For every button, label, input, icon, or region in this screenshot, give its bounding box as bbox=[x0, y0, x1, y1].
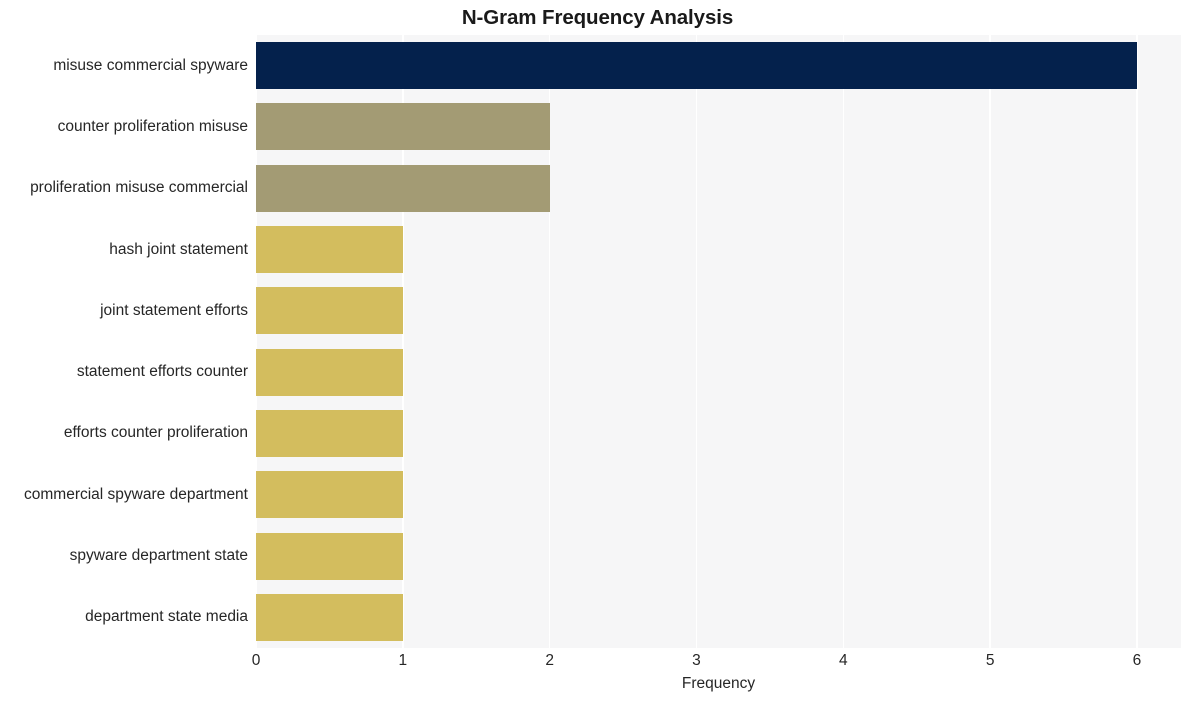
y-tick-label: misuse commercial spyware bbox=[53, 56, 248, 74]
x-tick-label: 4 bbox=[838, 652, 848, 669]
bar bbox=[256, 532, 403, 580]
x-tick-label: 1 bbox=[398, 652, 408, 669]
x-tick-label: 2 bbox=[545, 652, 554, 669]
bar bbox=[256, 471, 403, 519]
bar bbox=[256, 103, 550, 151]
chart-figure: N-Gram Frequency Analysis misuse commerc… bbox=[0, 0, 1195, 701]
y-tick-label: hash joint statement bbox=[109, 240, 248, 258]
x-axis-tick-labels: 0 1 2 3 4 5 6 bbox=[0, 652, 1195, 676]
y-tick-label: efforts counter proliferation bbox=[63, 424, 248, 442]
x-tick-label: 0 bbox=[251, 652, 261, 669]
x-tick-label: 5 bbox=[985, 652, 995, 669]
y-tick-label: commercial spyware department bbox=[24, 485, 248, 503]
y-tick-label: joint statement efforts bbox=[100, 301, 248, 319]
x-tick-label: 6 bbox=[1132, 652, 1142, 669]
bar bbox=[256, 409, 403, 457]
y-axis-tick-labels: misuse commercial spyware counter prolife… bbox=[0, 35, 248, 648]
y-tick-label: department state media bbox=[85, 608, 248, 626]
bar bbox=[256, 42, 1137, 90]
y-tick-label: statement efforts counter bbox=[76, 363, 248, 381]
plot-area bbox=[255, 35, 1181, 648]
bar bbox=[256, 287, 403, 335]
y-tick-label: spyware department state bbox=[69, 547, 248, 565]
chart-title: N-Gram Frequency Analysis bbox=[461, 6, 734, 29]
bar bbox=[256, 348, 403, 396]
bar bbox=[256, 593, 403, 641]
y-tick-label: proliferation misuse commercial bbox=[30, 179, 248, 197]
bar-series bbox=[256, 35, 1181, 648]
x-axis-title: Frequency bbox=[681, 675, 756, 692]
bar bbox=[256, 226, 403, 274]
bar bbox=[256, 164, 550, 212]
x-tick-label: 3 bbox=[692, 652, 701, 669]
y-tick-label: counter proliferation misuse bbox=[57, 117, 248, 135]
